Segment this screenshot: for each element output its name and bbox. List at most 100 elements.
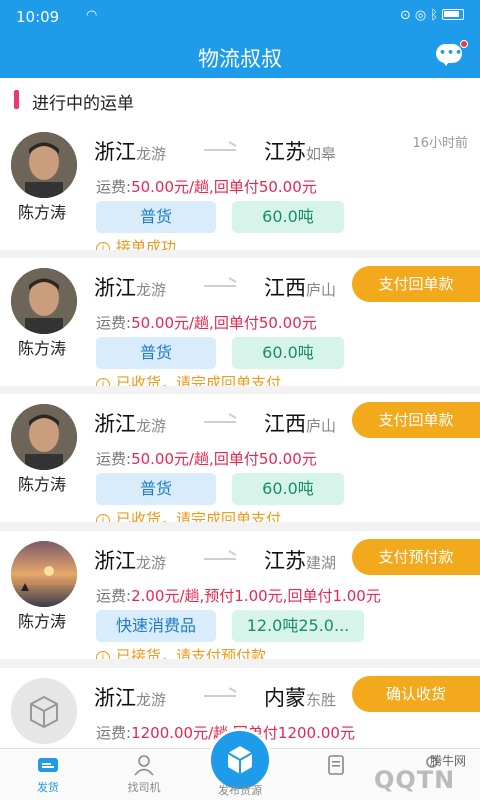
destination-city: 庐山 [306, 281, 337, 299]
destination-province: 江苏 [264, 140, 306, 164]
goods-type-tag: 普货 [96, 337, 216, 369]
fee-value: 2.00元/趟,预付1.00元,回单付1.00元 [131, 587, 381, 605]
fee-label: 运费: [96, 314, 132, 332]
wifi-icon: ◠ [86, 8, 98, 23]
origin-province: 浙江 [94, 412, 136, 436]
driver-avatar [11, 404, 77, 470]
route: 浙江龙游 内蒙东胜 [94, 682, 384, 712]
weight-tag: 60.0吨 [232, 337, 344, 369]
origin-city: 龙游 [136, 281, 167, 299]
freight-fee: 运费:2.00元/趟,预付1.00元,回单付1.00元 [96, 585, 381, 606]
pay-receipt-button[interactable]: 支付回单款 [352, 266, 480, 302]
destination-city: 东胜 [306, 691, 337, 709]
publish-goods-label: 发布货源 [218, 784, 262, 797]
system-icons: ⊙◎ᛒ [400, 8, 464, 23]
route: 浙江龙游 江西庐山 [94, 272, 384, 302]
origin-province: 浙江 [94, 549, 136, 573]
order-card[interactable]: 陈方涛 浙江龙游 江苏如皋 16小时前 运费:50.00元/趟,回单付50.00… [0, 122, 480, 250]
order-time: 16小时前 [412, 136, 468, 151]
order-card[interactable]: 陈方涛 浙江龙游 江苏建湖 支付预付款 运费:2.00元/趟,预付1.00元,回… [0, 531, 480, 659]
driver-name: 陈方涛 [18, 475, 67, 494]
driver-avatar [11, 132, 77, 198]
route-arrow-icon [204, 558, 236, 560]
watermark: 腾牛网 QQTN [344, 752, 474, 798]
origin-province: 浙江 [94, 140, 136, 164]
weight-tag: 60.0吨 [232, 201, 344, 233]
section-header: 进行中的运单 [0, 78, 480, 122]
weight-tag: 12.0吨25.0... [232, 610, 364, 642]
destination-province: 江西 [264, 276, 306, 300]
driver-avatar [11, 541, 77, 607]
driver-avatar-placeholder [11, 678, 77, 744]
tab-label: 发货 [37, 781, 59, 794]
tab-find-driver[interactable]: 找司机 [104, 753, 184, 799]
destination-city: 如皋 [306, 145, 337, 163]
truck-icon [38, 758, 58, 772]
status-text: 接单成功 [116, 238, 177, 250]
order-status: i 已收货，请完成回单支付 [96, 372, 281, 386]
freight-fee: 运费:50.00元/趟,回单付50.00元 [96, 176, 317, 197]
fee-value: 50.00元/趟,回单付50.00元 [131, 314, 317, 332]
destination-province: 内蒙 [264, 686, 306, 710]
status-text: 已接货，请支付预付款 [116, 647, 267, 659]
section-title: 进行中的运单 [32, 94, 134, 114]
origin-city: 龙游 [136, 417, 167, 435]
watermark-logo: QQTN [374, 766, 456, 794]
fee-label: 运费: [96, 724, 132, 742]
nav-bar: 物流叔叔 ••• [0, 34, 480, 78]
section-accent-bar [14, 90, 19, 109]
order-status: i 已接货，请支付预付款 [96, 645, 266, 659]
destination-city: 庐山 [306, 417, 337, 435]
info-icon: i [96, 651, 110, 659]
fee-label: 运费: [96, 587, 132, 605]
route-arrow-icon [204, 149, 236, 151]
order-card[interactable]: 陈方涛 浙江龙游 江西庐山 支付回单款 运费:50.00元/趟,回单付50.00… [0, 258, 480, 386]
driver-name: 陈方涛 [18, 203, 67, 222]
info-icon: i [96, 242, 110, 250]
status-text: 已收货，请完成回单支付 [116, 374, 282, 386]
message-button[interactable]: ••• [436, 40, 468, 66]
tab-ship[interactable]: 发货 [8, 753, 88, 799]
order-status: i 接单成功 [96, 236, 176, 250]
status-text: 已收货，请完成回单支付 [116, 510, 282, 522]
goods-type-tag: 快速消费品 [96, 610, 216, 642]
goods-type-tag: 普货 [96, 473, 216, 505]
driver-name: 陈方涛 [18, 339, 67, 358]
pay-receipt-button[interactable]: 支付回单款 [352, 402, 480, 438]
bluetooth-icon: ᛒ [430, 8, 442, 23]
goods-type-tag: 普货 [96, 201, 216, 233]
pay-advance-button[interactable]: 支付预付款 [352, 539, 480, 575]
origin-city: 龙游 [136, 691, 167, 709]
status-bar: 10:09 ◠ ⊙◎ᛒ [0, 0, 480, 34]
order-card[interactable]: 陈方涛 浙江龙游 江西庐山 支付回单款 运费:50.00元/趟,回单付50.00… [0, 394, 480, 522]
alarm-icon: ⊙ [399, 8, 415, 23]
fee-value: 50.00元/趟,回单付50.00元 [131, 450, 317, 468]
tab-label: 找司机 [127, 781, 161, 794]
route: 浙江龙游 江苏建湖 [94, 545, 384, 575]
freight-fee: 运费:50.00元/趟,回单付50.00元 [96, 448, 317, 469]
driver-icon [134, 755, 154, 776]
unread-dot [460, 40, 468, 48]
freight-fee: 运费:50.00元/趟,回单付50.00元 [96, 312, 317, 333]
package-icon [227, 746, 253, 774]
fee-value: 50.00元/趟,回单付50.00元 [131, 178, 317, 196]
origin-city: 龙游 [136, 145, 167, 163]
battery-icon [442, 9, 464, 20]
info-icon: i [96, 378, 110, 386]
info-icon: i [96, 514, 110, 522]
driver-name: 陈方涛 [18, 612, 67, 631]
destination-city: 建湖 [306, 554, 337, 572]
fee-label: 运费: [96, 178, 132, 196]
page-title: 物流叔叔 [198, 47, 282, 71]
order-status: i 已收货，请完成回单支付 [96, 508, 281, 522]
route-arrow-icon [204, 285, 236, 287]
status-time: 10:09 [16, 8, 60, 26]
origin-province: 浙江 [94, 686, 136, 710]
confirm-receipt-button[interactable]: 确认收货 [352, 676, 480, 712]
fee-label: 运费: [96, 450, 132, 468]
route-arrow-icon [204, 421, 236, 423]
origin-province: 浙江 [94, 276, 136, 300]
route-arrow-icon [204, 695, 236, 697]
destination-province: 江苏 [264, 549, 306, 573]
route: 浙江龙游 江西庐山 [94, 408, 384, 438]
